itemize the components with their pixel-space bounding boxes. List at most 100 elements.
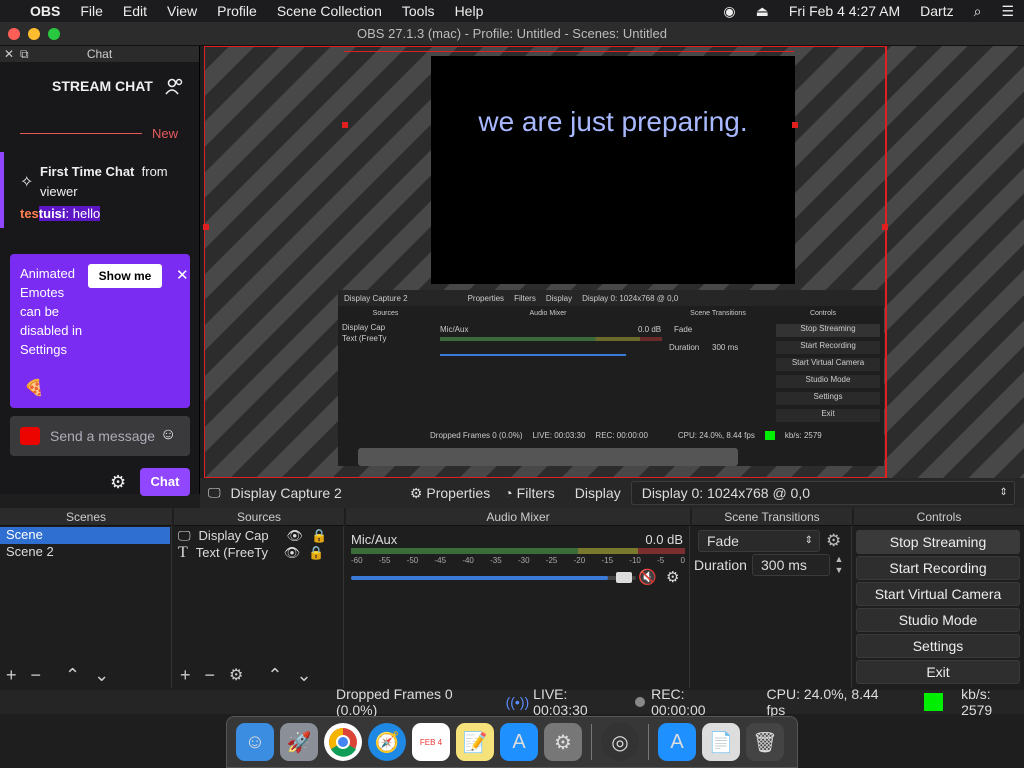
duration-stepper[interactable]: ▲ ▼ [832,554,846,576]
system-preferences-icon[interactable]: ⚙ [544,723,582,761]
close-promo-icon[interactable]: ✕ [176,266,189,284]
stop-streaming-button[interactable]: Stop Streaming [856,530,1020,554]
menu-file[interactable]: File [70,3,113,19]
obs-status-icon[interactable]: ◉ [713,3,745,20]
add-icon[interactable]: + [180,665,191,686]
display-select[interactable]: Display 0: 1024x768 @ 0,0 ⇕ [630,481,1015,505]
meter-tick: -30 [517,556,530,565]
nested-settings: Settings [776,392,880,405]
app-menu[interactable]: OBS [20,3,70,19]
finder-icon[interactable]: ☺ [236,723,274,761]
user-name[interactable]: Dartz [910,3,963,19]
source-item[interactable]: 🖵 Display Cap 👁 🔒 [174,527,342,544]
chat-send-button[interactable]: Chat [140,468,190,496]
nested-studio: Studio Mode [776,375,880,388]
chat-username-part-a[interactable]: tes [20,206,39,221]
eject-icon[interactable]: ⏏ [746,3,779,20]
mute-icon[interactable]: 🔇 [638,568,657,586]
bitrate: kb/s: 2579 [961,686,993,718]
start-virtual-camera-button[interactable]: Start Virtual Camera [856,582,1020,606]
document-icon[interactable]: 📄 [702,723,740,761]
scene-item[interactable]: Scene 2 [0,544,170,561]
close-dock-icon[interactable]: ✕ [4,46,14,62]
resize-handle[interactable] [203,224,209,230]
scene-item-selected[interactable]: Scene [0,527,170,544]
macos-dock: ☺ 🚀 🧭 FEB 4 📝 A ⚙ ◎ A 📄 🗑 [226,716,798,768]
program-preview[interactable]: we are just preparing. Display Capture 2… [203,46,1024,478]
sparkle-icon: ✧ [20,174,34,191]
nested-display-value: Display 0: 1024x768 @ 0,0 [582,293,679,303]
menu-help[interactable]: Help [445,3,494,19]
gear-icon[interactable]: ⚙ [229,665,243,685]
spotlight-search-icon[interactable]: ⌕ [964,3,992,20]
lock-icon[interactable]: 🔒 [308,545,324,561]
zoom-window-button[interactable] [48,28,60,40]
mixer-dock-title-bar: Audio Mixer [346,508,690,526]
close-window-button[interactable] [8,28,20,40]
chat-settings-icon[interactable]: ⚙ [110,472,126,493]
window-title: OBS 27.1.3 (mac) - Profile: Untitled - S… [357,26,667,41]
source-item[interactable]: T Text (FreeTy 👁 🔒 [174,544,342,561]
meter-tick: -10 [629,556,641,565]
minimize-window-button[interactable] [28,28,40,40]
menu-scene-collection[interactable]: Scene Collection [267,3,392,19]
app-store-download-icon[interactable]: A [658,723,696,761]
emote-icon: 🍕 [24,380,44,397]
move-down-icon[interactable]: ⌄ [296,665,311,686]
chat-dock: ✕ ⧉ Chat STREAM CHAT New ✧ First Time Ch… [0,46,200,496]
datetime[interactable]: Fri Feb 4 4:27 AM [779,3,910,19]
nested-status: Dropped Frames 0 (0.0%) LIVE: 00:03:30 R… [430,431,822,440]
studio-mode-button[interactable]: Studio Mode [856,608,1020,632]
remove-icon[interactable]: − [205,665,216,686]
control-center-icon[interactable]: ☰ [991,3,1024,20]
safari-icon[interactable]: 🧭 [368,723,406,761]
notes-icon[interactable]: 📝 [456,723,494,761]
lock-icon[interactable]: 🔒 [311,528,327,544]
nested-properties: Properties [467,293,505,303]
emote-picker-icon[interactable]: ☺ [160,426,176,444]
app-store-icon[interactable]: A [500,723,538,761]
menu-profile[interactable]: Profile [207,3,267,19]
first-time-user: viewer [40,184,78,199]
volume-slider-handle[interactable] [616,572,632,583]
settings-button[interactable]: Settings [856,634,1020,658]
nested-toolbar: Display Capture 2 Properties Filters Dis… [338,290,884,306]
chat-input[interactable]: Send a message ☺ [10,416,190,456]
properties-button[interactable]: ⚙ Properties [410,485,490,502]
transition-gear-icon[interactable]: ⚙ [826,531,841,551]
resize-handle[interactable] [342,122,348,128]
mixer-gear-icon[interactable]: ⚙ [666,568,679,586]
move-up-icon[interactable]: ⌃ [267,665,282,686]
users-icon[interactable] [165,78,185,96]
chat-dock-title-bar: ✕ ⧉ Chat [0,46,199,62]
launchpad-icon[interactable]: 🚀 [280,723,318,761]
calendar-icon[interactable]: FEB 4 [412,723,450,761]
start-recording-button[interactable]: Start Recording [856,556,1020,580]
eye-icon[interactable]: 👁 [287,528,304,544]
menu-edit[interactable]: Edit [113,3,157,19]
volume-slider[interactable] [351,576,636,580]
chrome-icon[interactable] [324,723,362,761]
chat-username-part-b[interactable]: tuisi [38,206,66,221]
menu-tools[interactable]: Tools [392,3,445,19]
float-dock-icon[interactable]: ⧉ [20,46,29,62]
resize-handle[interactable] [882,224,888,230]
show-me-button[interactable]: Show me [88,264,162,288]
trash-icon[interactable]: 🗑 [746,723,784,761]
nested-db: 0.0 dB [638,325,662,334]
eye-icon[interactable]: 👁 [284,545,301,561]
add-icon[interactable]: + [6,665,17,686]
menu-view[interactable]: View [157,3,207,19]
obs-icon[interactable]: ◎ [601,723,639,761]
filters-button[interactable]: ◔ Filters [504,485,555,501]
move-up-icon[interactable]: ⌃ [65,665,80,686]
gear-icon: ⚙ [409,484,423,501]
remove-icon[interactable]: − [31,665,42,686]
video-icon [20,427,40,445]
transition-select[interactable]: Fade ⇕ [698,530,820,552]
duration-input[interactable]: 300 ms [752,554,830,576]
resize-handle[interactable] [792,122,798,128]
exit-button[interactable]: Exit [856,660,1020,684]
move-down-icon[interactable]: ⌄ [94,665,109,686]
chat-message: testuisi: hello [20,206,101,221]
